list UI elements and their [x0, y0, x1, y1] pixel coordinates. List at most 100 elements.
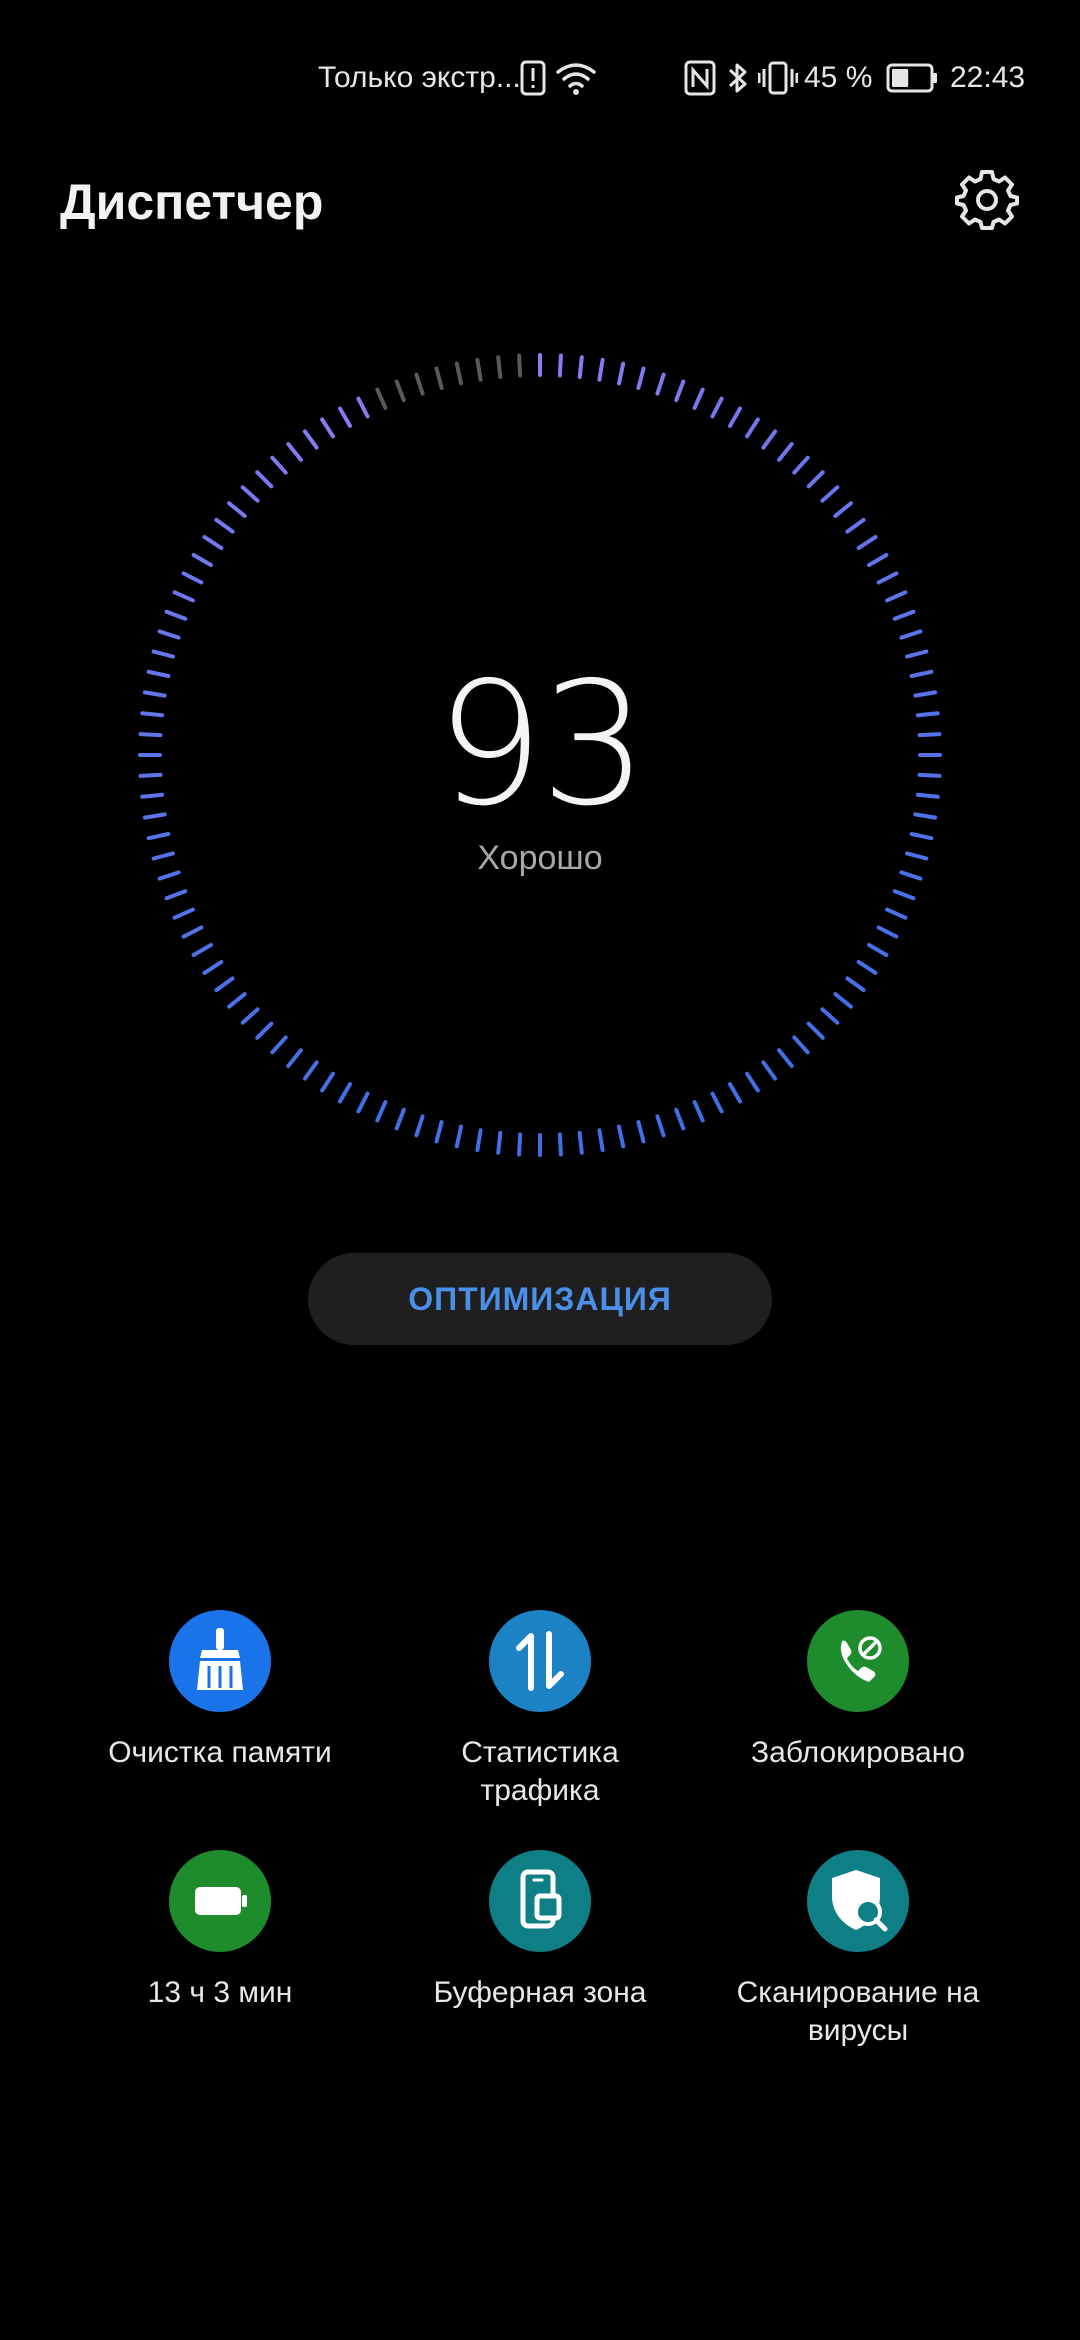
gauge-tick-active — [146, 832, 171, 841]
gauge-tick-active — [454, 1124, 463, 1149]
gauge-tick-active — [777, 1048, 794, 1068]
gauge-tick-active — [157, 870, 181, 881]
gauge-tick-active — [270, 1035, 288, 1055]
gauge-tick-active — [820, 485, 840, 503]
gauge-tick-active — [761, 429, 778, 450]
gauge-tick-active — [905, 649, 929, 659]
notification-text: Только экстр... — [318, 61, 521, 94]
gauge-tick-active — [876, 571, 899, 585]
gauge-tick-active — [181, 571, 204, 585]
gauge-tick-active — [845, 517, 866, 534]
gauge-tick-active — [899, 870, 923, 881]
tile-label: 13 ч 3 мин — [147, 1976, 293, 2009]
tile-traffic-stats[interactable]: Статистика трафика — [380, 1610, 700, 1810]
gauge-tick-active — [710, 1091, 724, 1114]
gauge-tick-active — [214, 517, 235, 534]
gauge-tick-active — [892, 889, 916, 901]
bluetooth-icon — [728, 63, 747, 93]
gauge-tick-active — [867, 943, 889, 957]
gauge-tick-active — [692, 1100, 705, 1123]
gauge-tick-active — [674, 379, 686, 403]
gauge-tick-active — [146, 669, 171, 678]
gauge-tick-active — [577, 355, 584, 380]
gauge-tick-active — [867, 553, 889, 567]
tile-buffer-zone[interactable]: Буферная зона — [380, 1850, 700, 2012]
gauge-tick-active — [338, 406, 352, 428]
gauge-tick-inactive — [475, 357, 483, 382]
gauge-tick-active — [227, 501, 247, 518]
wifi-icon — [556, 63, 596, 95]
gauge-tick-active — [636, 1120, 646, 1144]
gauge-tick-active — [692, 387, 705, 410]
alert-icon — [520, 60, 546, 96]
gauge-tick-active — [557, 1132, 563, 1157]
gauge-tick-inactive — [496, 355, 503, 380]
gauge-tick-active — [142, 690, 167, 698]
battery-percent: 45 % — [804, 61, 873, 94]
gauge-tick-active — [557, 353, 563, 378]
gauge-tick-active — [728, 406, 742, 428]
vibrate-icon — [758, 61, 798, 95]
gauge-tick-active — [142, 812, 167, 820]
gauge-tick-active — [777, 442, 794, 462]
gauge-tick-active — [475, 1128, 483, 1153]
gauge-tick-active — [710, 396, 724, 419]
gauge-tick-active — [856, 960, 878, 975]
gauge-tick-active — [151, 649, 175, 659]
gauge-tick-active — [240, 485, 260, 503]
gauge-tick-active — [876, 925, 899, 939]
gauge-tick-active — [845, 976, 866, 993]
broom-icon — [169, 1610, 271, 1712]
gauge-tick-active — [302, 429, 319, 450]
gauge-tick-active — [181, 925, 204, 939]
tile-label: Заблокировано — [751, 1736, 965, 1769]
gauge-tick-active — [617, 1124, 626, 1149]
gauge-tick-active — [202, 535, 224, 550]
nfc-icon — [684, 60, 716, 96]
tile-label: Буферная зона — [433, 1976, 647, 2009]
gauge-tick-active — [761, 1060, 778, 1081]
gauge-tick-active — [745, 1071, 760, 1093]
gauge-tick-active — [792, 1035, 810, 1055]
tile-virus-scan[interactable]: Сканирование на вирусы — [698, 1850, 1018, 2050]
settings-button[interactable] — [955, 168, 1019, 232]
battery-icon — [169, 1850, 271, 1952]
gauge-tick-active — [191, 943, 213, 957]
gauge-tick-active — [356, 396, 370, 419]
gauge-tick-active — [270, 455, 288, 475]
gauge-tick-active — [913, 690, 938, 698]
gauge-tick-active — [885, 907, 908, 920]
gauge-tick-active — [302, 1060, 319, 1081]
shield-search-icon — [807, 1850, 909, 1952]
gauge-tick-active — [157, 629, 181, 640]
gauge-tick-active — [909, 669, 934, 678]
gauge-tick-active — [240, 1007, 260, 1025]
tile-memory-cleanup[interactable]: Очистка памяти — [60, 1610, 380, 1772]
gauge-tick-active — [138, 732, 163, 738]
status-bar: Только экстр... 45 % 22:43 — [0, 0, 1080, 160]
gauge-tick-active — [636, 366, 646, 390]
gauge-tick-active — [909, 832, 934, 841]
gauge-tick-active — [833, 501, 853, 518]
optimize-button[interactable]: ОПТИМИЗАЦИЯ — [308, 1253, 772, 1345]
gauge-tick-active — [338, 1082, 352, 1104]
gauge-tick-active — [164, 609, 188, 621]
tile-battery[interactable]: 13 ч 3 мин — [60, 1850, 380, 2012]
gauge-tick-active — [164, 889, 188, 901]
tile-blocked[interactable]: Заблокировано — [698, 1610, 1018, 1772]
gauge-tick-active — [917, 772, 942, 778]
gauge-tick-active — [434, 1120, 444, 1144]
gauge-tick-active — [885, 590, 908, 603]
gauge-tick-active — [227, 992, 247, 1009]
gauge-tick-active — [356, 1091, 370, 1114]
gauge-tick-active — [915, 792, 940, 799]
battery-icon — [886, 63, 937, 93]
data-transfer-icon — [489, 1610, 591, 1712]
gauge-tick-active — [806, 1021, 825, 1040]
gauge-tick-active — [820, 1007, 840, 1025]
gauge-tick-active — [674, 1107, 686, 1131]
gauge-tick-active — [856, 535, 878, 550]
gauge-tick-active — [745, 417, 760, 439]
gauge-tick-active — [255, 1021, 274, 1040]
gauge-tick-active — [913, 812, 938, 820]
